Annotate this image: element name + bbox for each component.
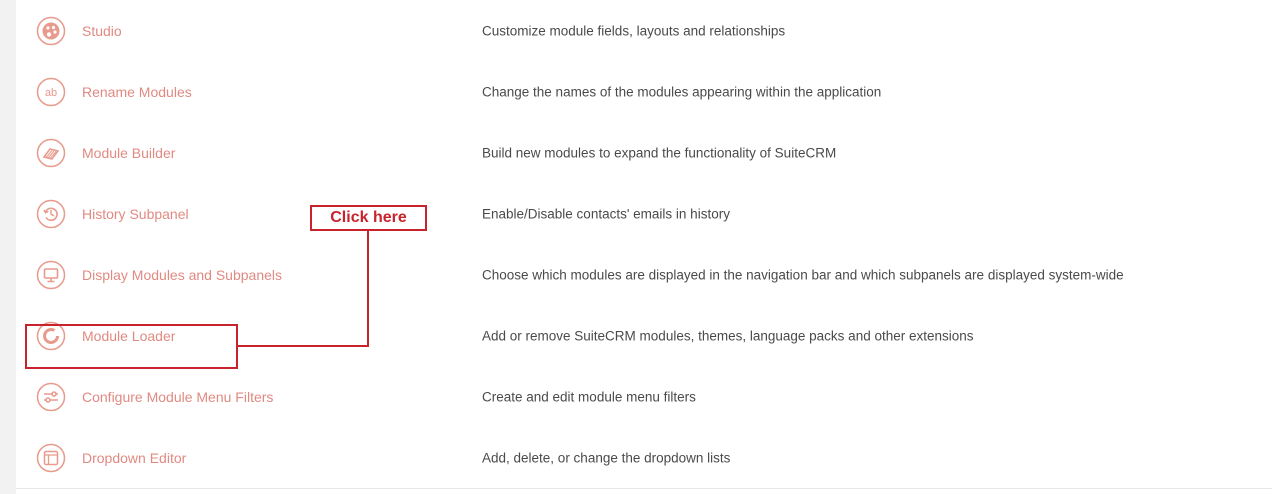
list-item: Module Builder Build new modules to expa… bbox=[16, 122, 1272, 183]
admin-developer-tools-panel: Studio Customize module fields, layouts … bbox=[0, 0, 1286, 494]
studio-link[interactable]: Studio bbox=[82, 23, 122, 39]
monitor-icon[interactable] bbox=[36, 260, 66, 290]
module-builder-link[interactable]: Module Builder bbox=[82, 145, 175, 161]
click-here-callout: Click here bbox=[310, 205, 427, 231]
list-item: Display Modules and Subpanels Choose whi… bbox=[16, 244, 1272, 305]
rename-modules-description: Change the names of the modules appearin… bbox=[482, 84, 882, 99]
list-item: ab Rename Modules Change the names of th… bbox=[16, 61, 1272, 122]
list-item: Dropdown Editor Add, delete, or change t… bbox=[16, 427, 1272, 488]
module-builder-icon[interactable] bbox=[36, 138, 66, 168]
list-item: Configure Module Menu Filters Create and… bbox=[16, 366, 1272, 427]
display-modules-description: Choose which modules are displayed in th… bbox=[482, 267, 1124, 282]
svg-text:ab: ab bbox=[45, 87, 57, 99]
module-menu-filters-link[interactable]: Configure Module Menu Filters bbox=[82, 389, 273, 405]
history-subpanel-description: Enable/Disable contacts' emails in histo… bbox=[482, 206, 730, 221]
list-bottom-border bbox=[16, 488, 1272, 489]
left-margin-strip bbox=[0, 0, 16, 494]
filter-sliders-icon[interactable] bbox=[36, 382, 66, 412]
list-item: History Subpanel Enable/Disable contacts… bbox=[16, 183, 1272, 244]
history-subpanel-link[interactable]: History Subpanel bbox=[82, 206, 189, 222]
module-builder-description: Build new modules to expand the function… bbox=[482, 145, 837, 160]
dropdown-editor-link[interactable]: Dropdown Editor bbox=[82, 450, 186, 466]
display-modules-link[interactable]: Display Modules and Subpanels bbox=[82, 267, 282, 283]
ab-text-icon[interactable]: ab bbox=[36, 77, 66, 107]
dropdown-editor-icon[interactable] bbox=[36, 443, 66, 473]
studio-description: Customize module fields, layouts and rel… bbox=[482, 23, 786, 38]
rename-modules-link[interactable]: Rename Modules bbox=[82, 84, 192, 100]
palette-icon[interactable] bbox=[36, 16, 66, 46]
module-loader-description: Add or remove SuiteCRM modules, themes, … bbox=[482, 328, 974, 343]
callout-connector-horizontal bbox=[238, 345, 369, 347]
callout-connector-vertical bbox=[367, 231, 369, 347]
module-menu-filters-description: Create and edit module menu filters bbox=[482, 389, 696, 404]
tools-list: Studio Customize module fields, layouts … bbox=[16, 0, 1272, 488]
module-loader-highlight-box bbox=[25, 324, 238, 369]
dropdown-editor-description: Add, delete, or change the dropdown list… bbox=[482, 450, 731, 465]
history-icon[interactable] bbox=[36, 199, 66, 229]
list-item: Studio Customize module fields, layouts … bbox=[16, 0, 1272, 61]
